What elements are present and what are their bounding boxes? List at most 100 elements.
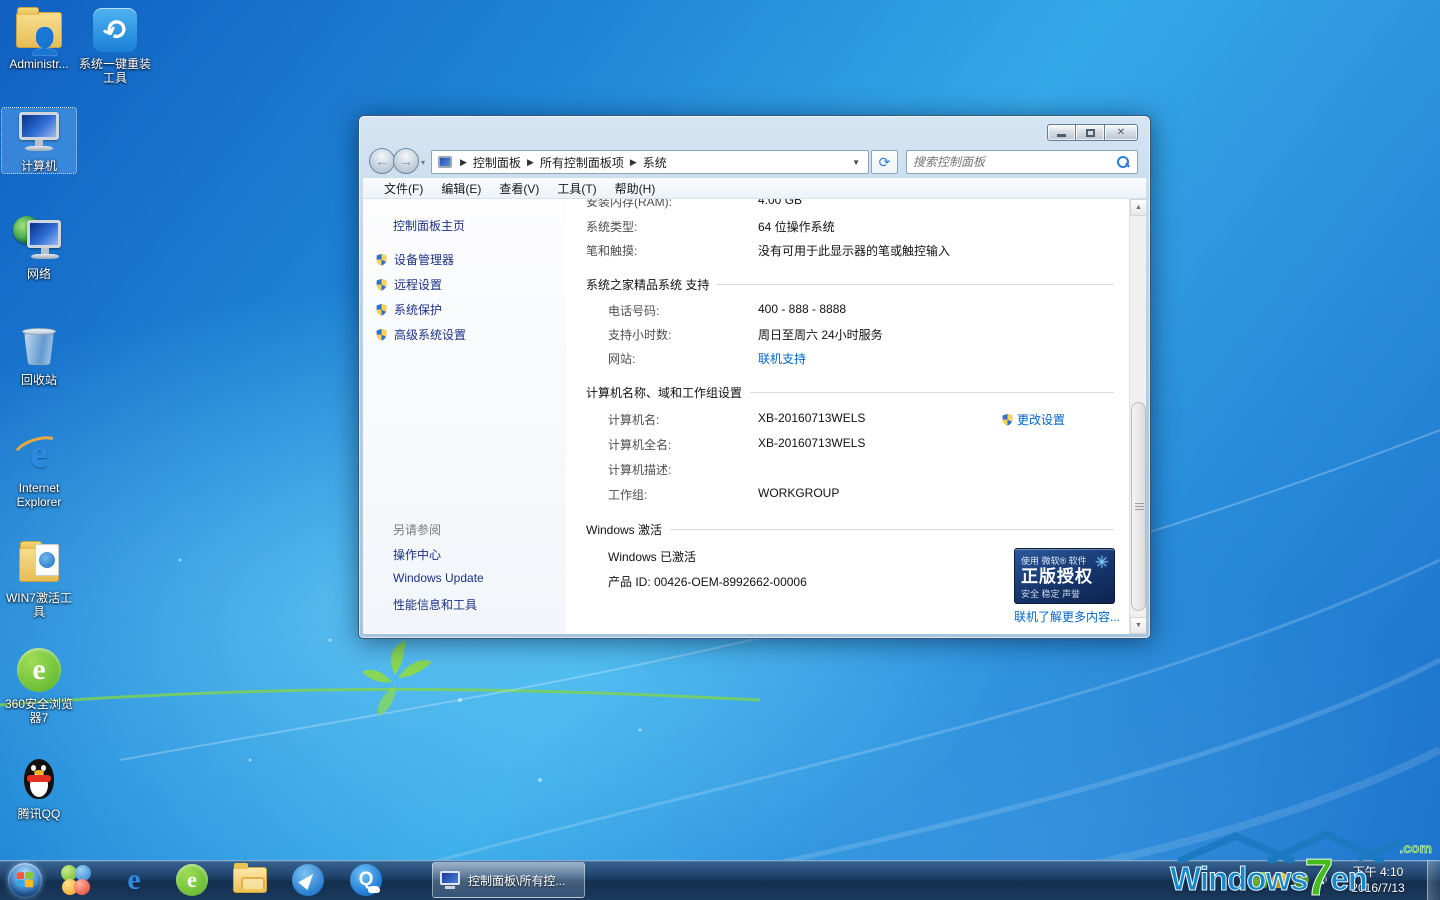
system-window: ✕ ← → ▾ ▶ 控制面板 ▶ 所有控制面板项 ▶ 系统 ▼ ⟳ [358, 115, 1151, 639]
sidebar-item-remote-settings[interactable]: 远程设置 [375, 276, 442, 293]
desktop-icon-label: WIN7激活工具 [2, 591, 76, 619]
taskbar-icon-explorer[interactable] [226, 862, 274, 898]
taskbar-icon-qq-browser[interactable]: Q [342, 862, 390, 898]
scrollbar-thumb[interactable] [1131, 402, 1146, 611]
maximize-button[interactable] [1076, 124, 1105, 141]
back-button[interactable]: ← [369, 148, 395, 174]
q-swirl-icon: Q [350, 864, 382, 896]
search-icon[interactable] [1117, 156, 1130, 169]
sidebar-item-label: 系统保护 [394, 301, 442, 318]
row-value: 没有可用于此显示器的笔或触控输入 [758, 242, 950, 259]
search-box[interactable] [906, 150, 1138, 174]
scroll-up-icon[interactable]: ▲ [1130, 199, 1146, 216]
vertical-scrollbar[interactable]: ▲ ▼ [1129, 199, 1146, 634]
360-browser-icon: e [15, 646, 63, 694]
refresh-button[interactable]: ⟳ [871, 150, 898, 174]
desktop-icon-qq[interactable]: 腾讯QQ [2, 756, 76, 821]
menu-help[interactable]: 帮助(H) [606, 180, 665, 197]
online-support-link[interactable]: 联机支持 [758, 350, 806, 367]
breadcrumb-separator-icon: ▶ [456, 157, 471, 168]
watermark-com-text: .com [1399, 840, 1432, 856]
desktop-icon-label: 计算机 [2, 159, 76, 173]
menu-tools[interactable]: 工具(T) [548, 180, 605, 197]
uac-shield-icon [375, 278, 388, 291]
row-value: XB-20160713WELS [758, 411, 865, 428]
sidebar-item-advanced-settings[interactable]: 高级系统设置 [375, 326, 466, 343]
qq-penguin-icon [15, 756, 63, 804]
tray-green-app-icon[interactable] [1251, 872, 1267, 888]
sidebar-item-performance-tools[interactable]: 性能信息和工具 [393, 596, 477, 613]
menu-file[interactable]: 文件(F) [375, 180, 432, 197]
desktop-icon-network[interactable]: 网络 [2, 216, 76, 281]
row-label: 支持小时数: [586, 326, 758, 343]
breadcrumb-system[interactable]: 系统 [641, 154, 669, 171]
menu-edit[interactable]: 编辑(E) [432, 180, 490, 197]
start-button[interactable] [8, 863, 42, 897]
breadcrumb-all-items[interactable]: 所有控制面板项 [538, 154, 626, 171]
taskbar: e e Q 控制面板\所有控... 下午 4:10 2016/7/13 [0, 860, 1440, 900]
desktop: 👤 Administr... ⟲ 系统一键重装工具 计算机 网络 回收站 e I… [0, 0, 1440, 900]
info-row-system-type: 系统类型: 64 位操作系统 [586, 218, 835, 235]
row-label: 安装内存(RAM): [586, 199, 758, 210]
scroll-down-icon[interactable]: ▼ [1130, 617, 1146, 634]
section-title: 系统之家精品系统 支持 [586, 276, 709, 293]
section-computer-name: 计算机名称、域和工作组设置 [586, 384, 1114, 401]
address-dropdown-icon[interactable]: ▼ [852, 158, 868, 167]
section-title: 计算机名称、域和工作组设置 [586, 384, 742, 401]
sidebar-item-action-center[interactable]: 操作中心 [393, 546, 441, 563]
desktop-icon-computer[interactable]: 计算机 [2, 108, 76, 173]
change-settings-link[interactable]: 更改设置 [1017, 411, 1065, 428]
desktop-icon-internet-explorer[interactable]: e Internet Explorer [2, 430, 76, 509]
sidebar-item-control-panel-home[interactable]: 控制面板主页 [393, 217, 465, 234]
desktop-icon-label: 回收站 [2, 373, 76, 387]
address-bar[interactable]: ▶ 控制面板 ▶ 所有控制面板项 ▶ 系统 ▼ [431, 150, 869, 174]
change-settings[interactable]: 更改设置 [1001, 411, 1065, 428]
learn-more-online-link[interactable]: 联机了解更多内容... [1014, 608, 1120, 625]
folder-icon [233, 867, 267, 893]
desktop-icon-label: 网络 [2, 267, 76, 281]
internet-explorer-icon: e [127, 865, 140, 895]
taskbar-task-control-panel[interactable]: 控制面板\所有控... [432, 862, 585, 898]
row-label: 电话号码: [586, 302, 758, 319]
recent-pages-chevron-icon[interactable]: ▾ [421, 158, 425, 167]
uac-shield-icon [375, 303, 388, 316]
desktop-icon-recycle-bin[interactable]: 回收站 [2, 322, 76, 387]
row-label: 笔和触摸: [586, 242, 758, 259]
search-input[interactable] [907, 155, 1117, 169]
clock-time: 下午 4:10 [1336, 864, 1420, 880]
desktop-icon-label: 腾讯QQ [2, 807, 76, 821]
taskbar-icon-software-manager[interactable] [52, 862, 100, 898]
window-titlebar[interactable]: ✕ [359, 116, 1150, 146]
desktop-icon-administrator[interactable]: 👤 Administr... [2, 6, 76, 71]
network-icon [15, 216, 63, 264]
info-row-workgroup: 工作组: WORKGROUP [586, 486, 839, 503]
window-content: 控制面板主页 设备管理器 远程设置 系统保护 高级系统设置 另请参阅 [363, 199, 1146, 634]
badge-line3: 安全 稳定 声誉 [1021, 587, 1108, 600]
sidebar-item-system-protection[interactable]: 系统保护 [375, 301, 442, 318]
sidebar: 控制面板主页 设备管理器 远程设置 系统保护 高级系统设置 另请参阅 [363, 199, 566, 634]
taskbar-clock[interactable]: 下午 4:10 2016/7/13 [1336, 864, 1420, 896]
minimize-button[interactable] [1047, 124, 1076, 141]
sidebar-item-device-manager[interactable]: 设备管理器 [375, 251, 454, 268]
info-row-description: 计算机描述: [586, 461, 758, 478]
taskbar-icon-internet-explorer[interactable]: e [110, 862, 158, 898]
close-button[interactable]: ✕ [1105, 124, 1138, 141]
desktop-icon-win7-activator[interactable]: WIN7激活工具 [2, 540, 76, 619]
volume-icon[interactable] [1314, 872, 1330, 888]
info-row-phone: 电话号码: 400 - 888 - 8888 [586, 302, 846, 319]
show-desktop-button[interactable] [1427, 860, 1440, 900]
menu-view[interactable]: 查看(V) [490, 180, 548, 197]
taskbar-icon-360-browser[interactable]: e [168, 862, 216, 898]
system-reinstall-icon: ⟲ [91, 6, 139, 54]
forward-button[interactable]: → [393, 148, 419, 174]
desktop-icon-360-browser[interactable]: e 360安全浏览器7 [2, 646, 76, 725]
see-also-header: 另请参阅 [393, 521, 441, 538]
internet-explorer-icon: e [15, 430, 63, 478]
sidebar-item-windows-update[interactable]: Windows Update [393, 571, 484, 585]
clock-date: 2016/7/13 [1336, 880, 1420, 896]
desktop-icon-reinstall-tool[interactable]: ⟲ 系统一键重装工具 [78, 6, 152, 85]
tray-security-check-icon[interactable] [1293, 872, 1309, 888]
taskbar-icon-browser-compass[interactable] [284, 862, 332, 898]
breadcrumb-control-panel[interactable]: 控制面板 [471, 154, 523, 171]
tray-alert-icon[interactable] [1272, 872, 1288, 888]
